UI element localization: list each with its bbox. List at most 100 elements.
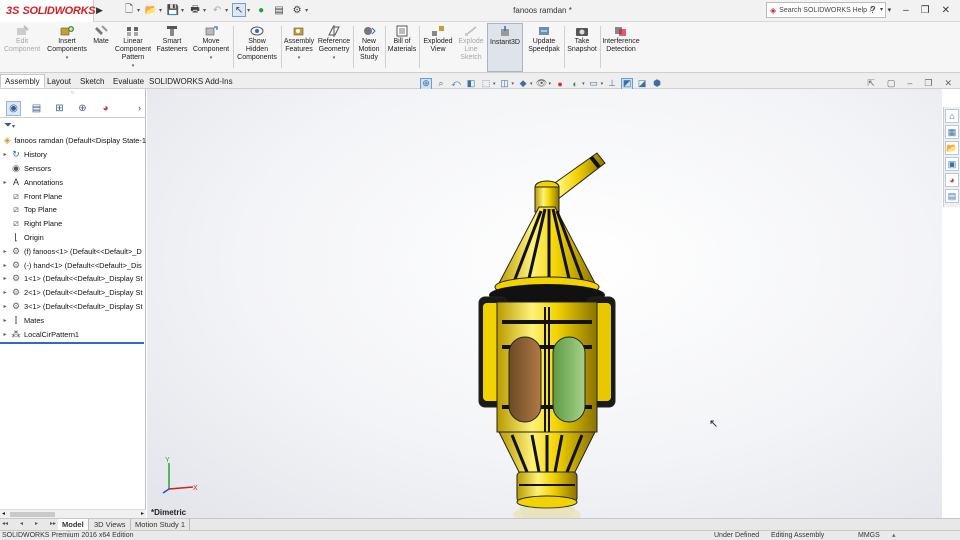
filter-icon[interactable]: ⏷▾ xyxy=(4,120,15,131)
previous-view-icon[interactable]: ⤺ xyxy=(450,78,462,90)
expand-arrow-icon[interactable]: ▸ xyxy=(0,248,10,255)
tab-assembly[interactable]: Assembly xyxy=(0,74,45,88)
take-snapshot-button[interactable]: Take Snapshot xyxy=(566,25,598,54)
bill-of-materials-button[interactable]: Bill of Materials xyxy=(387,25,417,54)
tree-item[interactable]: ▸ ⚙ (-) hand<1> (Default<<Default>_Dis xyxy=(0,258,146,272)
tree-item[interactable]: ⧄ Top Plane xyxy=(0,203,146,217)
move-component-button[interactable]: Move Component ▾ xyxy=(191,25,231,62)
expand-arrow-icon[interactable]: ▸ xyxy=(0,179,10,186)
fanoos-lantern-model[interactable] xyxy=(457,147,637,518)
view-palette-icon[interactable]: ▣ xyxy=(945,157,959,171)
minimize-icon[interactable]: – xyxy=(903,5,909,16)
expand-arrow-icon[interactable]: ▸ xyxy=(0,317,10,324)
custom-properties-icon[interactable]: ▤ xyxy=(945,189,959,203)
tab-scroll-controls[interactable]: ◂◂ ◂ ▸ ▸▸ xyxy=(2,520,56,529)
tree-item[interactable]: ▸ ⚙ 3<1> (Default<<Default>_Display St xyxy=(0,300,146,314)
display-style-icon[interactable]: ◆ xyxy=(517,78,529,90)
tree-item[interactable]: ▸ ⫿ Mates xyxy=(0,313,146,327)
new-motion-study-button[interactable]: New Motion Study xyxy=(355,25,383,62)
zoom-to-area-icon[interactable]: ⌕ xyxy=(435,78,447,90)
tree-item[interactable]: ⧄ Right Plane xyxy=(0,217,146,231)
appearances-icon[interactable]: ◕ xyxy=(945,173,959,187)
expand-arrow-icon[interactable]: ▸ xyxy=(0,331,10,338)
tab-model[interactable]: Model xyxy=(58,519,89,530)
chevron-down-icon[interactable]: ▾ xyxy=(283,54,315,62)
chevron-down-icon[interactable]: ▾ xyxy=(601,81,604,87)
tree-item[interactable]: ▸ ⁂ LocalCirPattern1 xyxy=(0,327,146,341)
assembly-features-button[interactable]: Assembly Features ▾ xyxy=(283,25,315,62)
chevron-down-icon[interactable]: ▾ xyxy=(530,81,533,87)
exploded-view-button[interactable]: Exploded View xyxy=(421,25,455,54)
viewport-expand-icon[interactable]: ⇱ xyxy=(867,78,875,89)
help-search-box[interactable]: ◈ Search SOLIDWORKS Help ⌕ ▾ xyxy=(766,2,886,18)
chevron-right-icon[interactable]: › xyxy=(138,103,141,113)
zoom-to-fit-icon[interactable]: ⊕ xyxy=(420,77,432,90)
expand-arrow-icon[interactable]: ▸ xyxy=(0,262,10,269)
chevron-down-icon[interactable]: ▾ xyxy=(191,54,231,62)
expand-arrow-icon[interactable]: ▸ xyxy=(0,275,10,282)
tree-root[interactable]: ◈ fanoos ramdan (Default<Display State-1 xyxy=(0,134,146,148)
insert-components-button[interactable]: Insert Components ▾ xyxy=(46,25,88,62)
linear-component-pattern-button[interactable]: Linear Component Pattern ▾ xyxy=(113,25,153,70)
realview-icon[interactable]: ◩ xyxy=(621,77,634,90)
tab-layout[interactable]: Layout xyxy=(42,74,76,88)
tree-item[interactable]: ◉ Sensors xyxy=(0,162,146,176)
hide-show-items-icon[interactable]: 👁 xyxy=(536,78,548,90)
smart-fasteners-button[interactable]: Smart Fasteners xyxy=(155,25,189,54)
home-icon[interactable]: ⌂ xyxy=(945,109,959,123)
viewport-restore-icon[interactable]: ❐ xyxy=(924,78,932,89)
section-view-icon[interactable]: ◧ xyxy=(465,78,477,90)
status-units[interactable]: MMGS xyxy=(858,531,880,540)
view-orientation-icon[interactable]: ◫ xyxy=(499,78,511,90)
tab-3d-views[interactable]: 3D Views xyxy=(90,519,131,530)
tree-item[interactable]: ▸ ↻ History xyxy=(0,148,146,162)
close-icon[interactable]: ✕ xyxy=(942,5,950,16)
viewport-tile-icon[interactable]: ▢ xyxy=(887,78,896,89)
scroll-thumb[interactable] xyxy=(10,512,55,517)
edit-component-button[interactable]: Edit Component xyxy=(4,25,40,54)
floor-icon[interactable]: ⊥ xyxy=(606,78,618,90)
chevron-down-icon[interactable]: ▾ xyxy=(888,6,892,14)
tree-item[interactable]: ▸ ⚙ 2<1> (Default<<Default>_Display St xyxy=(0,286,146,300)
property-manager-tab-icon[interactable]: ▤ xyxy=(29,101,44,116)
dimxpert-tab-icon[interactable]: ⊕ xyxy=(75,101,90,116)
scroll-left-icon[interactable]: ◂ xyxy=(2,510,5,517)
display-manager-tab-icon[interactable]: ◕ xyxy=(98,101,113,116)
tree-item[interactable]: ⌊ Origin xyxy=(0,231,146,245)
horizontal-scrollbar[interactable]: ◂ ▸ xyxy=(0,509,146,518)
show-hidden-components-button[interactable]: Show Hidden Components xyxy=(236,25,278,62)
mate-button[interactable]: Mate xyxy=(90,25,112,46)
panel-grip[interactable]: ○ xyxy=(0,89,145,98)
expand-arrow-icon[interactable]: ▸ xyxy=(0,151,10,158)
feature-manager-tab-icon[interactable]: ◉ xyxy=(6,101,21,116)
expand-arrow-icon[interactable]: ▸ xyxy=(0,303,10,310)
help-search-input[interactable]: Search SOLIDWORKS Help xyxy=(779,7,867,14)
chevron-down-icon[interactable]: ▾ xyxy=(493,81,496,87)
graphics-area[interactable]: Y X *Dimetric ↖ xyxy=(147,89,942,518)
configuration-manager-tab-icon[interactable]: ⊞ xyxy=(52,101,67,116)
tree-item[interactable]: ▸ ⚙ 1<1> (Default<<Default>_Display St xyxy=(0,272,146,286)
units-dropdown-icon[interactable]: ▴ xyxy=(892,531,896,540)
restore-icon[interactable]: ❐ xyxy=(921,5,930,16)
dynamic-annotation-icon[interactable]: ⬚ xyxy=(480,78,492,90)
tab-evaluate[interactable]: Evaluate xyxy=(108,74,149,88)
reference-geometry-button[interactable]: Reference Geometry ▾ xyxy=(317,25,351,62)
tab-sketch[interactable]: Sketch xyxy=(75,74,109,88)
explode-line-sketch-button[interactable]: Explode Line Sketch xyxy=(455,25,487,62)
file-explorer-icon[interactable]: 📂 xyxy=(945,141,959,155)
resources-icon[interactable]: ▦ xyxy=(945,125,959,139)
cube-3d-icon[interactable]: ⬢ xyxy=(651,78,663,90)
help-question-icon[interactable]: ? xyxy=(870,5,876,16)
tab-motion-study-1[interactable]: Motion Study 1 xyxy=(131,519,191,530)
update-speedpak-button[interactable]: Update Speedpak xyxy=(526,25,562,54)
tab-solidworks-addins[interactable]: SOLIDWORKS Add-Ins xyxy=(144,74,238,88)
chevron-down-icon[interactable]: ▾ xyxy=(549,81,552,87)
viewport-minimize-icon[interactable]: – xyxy=(907,78,912,89)
chevron-down-icon[interactable]: ▾ xyxy=(512,81,515,87)
ambient-occlusion-icon[interactable]: ◪ xyxy=(636,78,648,90)
tree-item[interactable]: ⧄ Front Plane xyxy=(0,189,146,203)
tree-item[interactable]: ▸ ⚙ (f) fanoos<1> (Default<<Default>_D xyxy=(0,244,146,258)
apply-scene-icon[interactable]: ◐ xyxy=(569,78,581,90)
scroll-right-icon[interactable]: ▸ xyxy=(141,510,144,517)
view-settings-icon[interactable]: ▭ xyxy=(588,78,600,90)
